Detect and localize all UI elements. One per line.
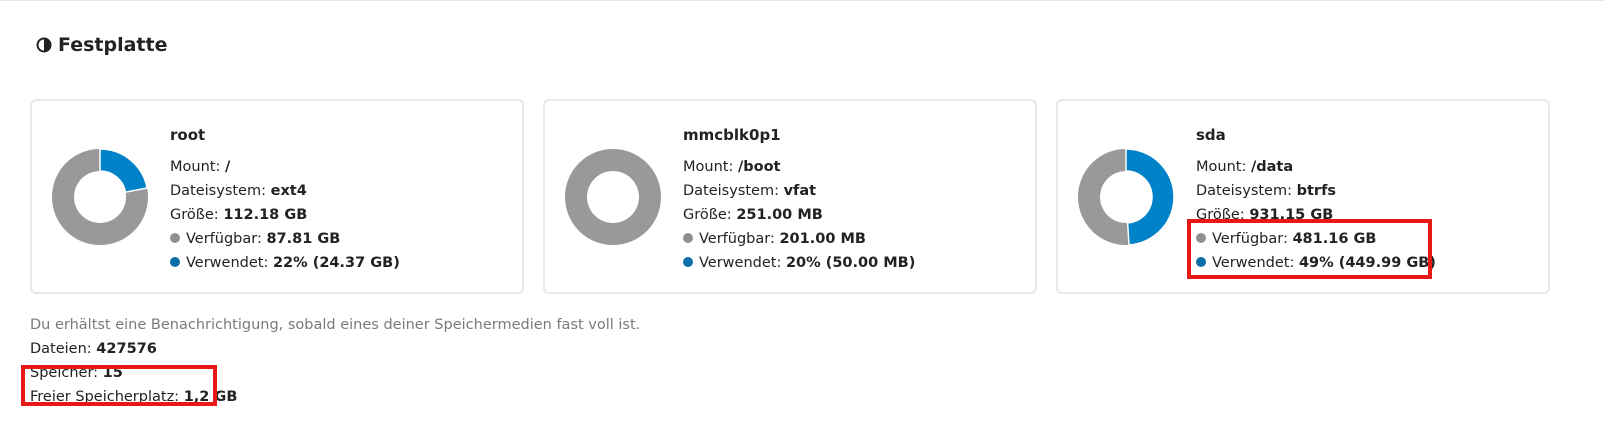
donut-used-segment bbox=[99, 148, 149, 194]
donut-used-segment bbox=[1125, 148, 1175, 246]
donut-available-segment bbox=[564, 149, 661, 245]
disk-filesystem: Dateisystem: ext4 bbox=[170, 183, 307, 199]
top-divider bbox=[0, 0, 1604, 1]
disk-mount: Mount: /boot bbox=[683, 159, 781, 175]
disk-used: Verwendet: 22% (24.37 GB) bbox=[170, 251, 400, 275]
disk-used: Verwendet: 20% (50.00 MB) bbox=[683, 251, 915, 275]
section-header: Festplatte bbox=[36, 34, 167, 56]
available-dot-icon bbox=[170, 233, 180, 243]
files-count: Dateien: 427576 bbox=[30, 341, 157, 357]
disk-name: root bbox=[170, 126, 206, 144]
used-dot-icon bbox=[170, 257, 180, 267]
disk-mount: Mount: /data bbox=[1196, 159, 1294, 175]
disk-card-root: root Mount: / Dateisystem: ext4 Größe: 1… bbox=[30, 99, 524, 294]
disk-mount: Mount: / bbox=[170, 159, 231, 175]
used-dot-icon bbox=[683, 257, 693, 267]
disk-size: Größe: 251.00 MB bbox=[683, 207, 823, 223]
notification-hint: Du erhältst eine Benachrichtigung, sobal… bbox=[30, 317, 641, 333]
available-dot-icon bbox=[683, 233, 693, 243]
disk-name: mmcblk0p1 bbox=[683, 126, 781, 144]
disk-name: sda bbox=[1196, 126, 1226, 144]
disk-usage-donut bbox=[51, 148, 149, 245]
highlight-box-sda-usage bbox=[1187, 219, 1432, 279]
disk-size: Größe: 112.18 GB bbox=[170, 207, 308, 223]
disk-available: Verfügbar: 201.00 MB bbox=[683, 227, 915, 251]
disk-filesystem: Dateisystem: vfat bbox=[683, 183, 817, 199]
pie-chart-icon bbox=[36, 37, 52, 53]
disk-usage-donut bbox=[1077, 148, 1175, 246]
highlight-box-free-space bbox=[21, 365, 217, 406]
disk-filesystem: Dateisystem: btrfs bbox=[1196, 183, 1337, 199]
section-title: Festplatte bbox=[58, 34, 168, 56]
disk-available: Verfügbar: 87.81 GB bbox=[170, 227, 400, 251]
disk-card-mmcblk0p1: mmcblk0p1 Mount: /boot Dateisystem: vfat… bbox=[543, 99, 1037, 294]
disk-usage-donut bbox=[564, 149, 661, 245]
